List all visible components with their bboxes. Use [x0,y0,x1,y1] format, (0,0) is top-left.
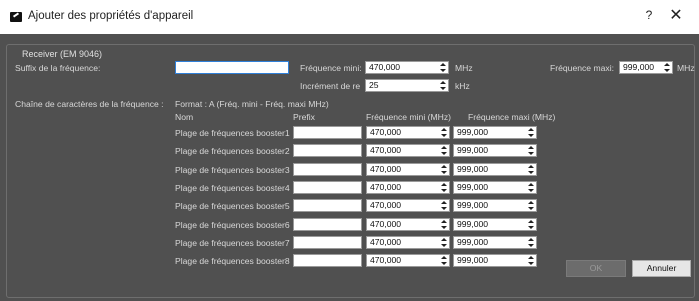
chain-label: Chaîne de caractères de la fréquence : [15,99,164,109]
close-button[interactable]: ✕ [666,6,686,26]
booster-prefix-input[interactable] [293,126,362,139]
spin-arrows-icon[interactable] [527,201,535,210]
freq-max-unit: MHz [677,63,695,73]
booster-freq-max-spinbox[interactable]: 999,000 [453,163,537,176]
spin-arrows-icon[interactable] [440,256,448,265]
booster-freq-max-value: 999,000 [457,200,489,210]
booster-freq-max-spinbox[interactable]: 999,000 [453,254,537,267]
spin-arrows-icon[interactable] [440,238,448,247]
increment-unit: kHz [455,81,470,91]
spin-arrows-icon[interactable] [439,63,447,72]
spin-arrows-icon[interactable] [527,146,535,155]
booster-row-name: Plage de fréquences booster4 [175,183,290,193]
booster-freq-min-spinbox[interactable]: 470,000 [366,163,450,176]
booster-freq-min-spinbox[interactable]: 470,000 [366,218,450,231]
dialog-body: Receiver (EM 9046) Suffix de la fréquenc… [0,34,699,301]
title-bar: Ajouter des propriétés d'appareil ? ✕ [0,0,699,34]
increment-label: Incrément de re [300,81,361,91]
booster-prefix-input[interactable] [293,181,362,194]
booster-freq-max-value: 999,000 [457,255,489,265]
col-header-name: Nom [175,112,194,122]
col-header-prefix: Prefix [293,112,315,122]
cancel-button[interactable]: Annuler [632,260,691,277]
spin-arrows-icon[interactable] [440,128,448,137]
help-button[interactable]: ? [641,8,657,26]
booster-row-name: Plage de fréquences booster2 [175,146,290,156]
spin-arrows-icon[interactable] [440,220,448,229]
booster-freq-max-value: 999,000 [457,127,489,137]
format-text: Format : A (Fréq. mini - Fréq. maxi MHz) [175,99,329,109]
booster-freq-min-value: 470,000 [370,145,402,155]
booster-freq-max-value: 999,000 [457,219,489,229]
booster-row-name: Plage de fréquences booster5 [175,201,290,211]
booster-prefix-input[interactable] [293,199,362,212]
spin-arrows-icon[interactable] [527,183,535,192]
booster-row-name: Plage de fréquences booster1 [175,128,290,138]
window-title: Ajouter des propriétés d'appareil [28,10,194,22]
receiver-group: Receiver (EM 9046) Suffix de la fréquenc… [6,44,695,298]
spin-arrows-icon[interactable] [527,256,535,265]
booster-freq-max-spinbox[interactable]: 999,000 [453,181,537,194]
booster-row-name: Plage de fréquences booster8 [175,256,290,266]
booster-freq-min-value: 470,000 [370,127,402,137]
booster-freq-max-value: 999,000 [457,164,489,174]
spin-arrows-icon[interactable] [440,146,448,155]
col-header-freq-min: Fréquence mini (MHz) [366,112,452,122]
booster-freq-min-value: 470,000 [370,237,402,247]
booster-freq-min-value: 470,000 [370,219,402,229]
spin-arrows-icon[interactable] [663,63,671,72]
freq-min-unit: MHz [455,63,473,73]
spin-arrows-icon[interactable] [440,183,448,192]
sennheiser-logo-icon [10,12,22,22]
booster-freq-min-spinbox[interactable]: 470,000 [366,126,450,139]
booster-freq-max-spinbox[interactable]: 999,000 [453,236,537,249]
booster-freq-max-spinbox[interactable]: 999,000 [453,199,537,212]
increment-value: 25 [369,80,379,90]
booster-freq-max-spinbox[interactable]: 999,000 [453,144,537,157]
ok-button[interactable]: OK [566,260,626,277]
suffix-input[interactable] [175,61,289,74]
booster-prefix-input[interactable] [293,144,362,157]
spin-arrows-icon[interactable] [527,128,535,137]
increment-spinbox[interactable]: 25 [365,79,449,92]
booster-prefix-input[interactable] [293,218,362,231]
booster-freq-max-value: 999,000 [457,237,489,247]
booster-freq-min-spinbox[interactable]: 470,000 [366,181,450,194]
booster-prefix-input[interactable] [293,236,362,249]
booster-row-name: Plage de fréquences booster7 [175,238,290,248]
booster-freq-min-spinbox[interactable]: 470,000 [366,199,450,212]
spin-arrows-icon[interactable] [440,201,448,210]
booster-prefix-input[interactable] [293,254,362,267]
freq-max-label: Fréquence maxi: [550,63,615,73]
spin-arrows-icon[interactable] [440,165,448,174]
booster-freq-max-spinbox[interactable]: 999,000 [453,218,537,231]
booster-freq-min-value: 470,000 [370,164,402,174]
freq-min-label: Fréquence mini: [300,63,362,73]
freq-min-value: 470,000 [369,62,401,72]
freq-min-spinbox[interactable]: 470,000 [365,61,449,74]
booster-freq-min-value: 470,000 [370,200,402,210]
booster-freq-min-value: 470,000 [370,255,402,265]
booster-prefix-input[interactable] [293,163,362,176]
spin-arrows-icon[interactable] [527,238,535,247]
suffix-label: Suffix de la fréquence: [15,63,101,73]
spin-arrows-icon[interactable] [527,165,535,174]
booster-freq-min-spinbox[interactable]: 470,000 [366,144,450,157]
booster-freq-min-value: 470,000 [370,182,402,192]
booster-freq-max-value: 999,000 [457,182,489,192]
booster-freq-min-spinbox[interactable]: 470,000 [366,254,450,267]
spin-arrows-icon[interactable] [439,81,447,90]
booster-freq-max-value: 999,000 [457,145,489,155]
col-header-freq-max: Fréquence maxi (MHz) [468,112,556,122]
booster-row-name: Plage de fréquences booster6 [175,220,290,230]
booster-freq-max-spinbox[interactable]: 999,000 [453,126,537,139]
freq-max-value: 999,000 [623,62,655,72]
freq-max-spinbox[interactable]: 999,000 [619,61,673,74]
booster-row-name: Plage de fréquences booster3 [175,165,290,175]
booster-freq-min-spinbox[interactable]: 470,000 [366,236,450,249]
group-title: Receiver (EM 9046) [19,49,106,59]
spin-arrows-icon[interactable] [527,220,535,229]
